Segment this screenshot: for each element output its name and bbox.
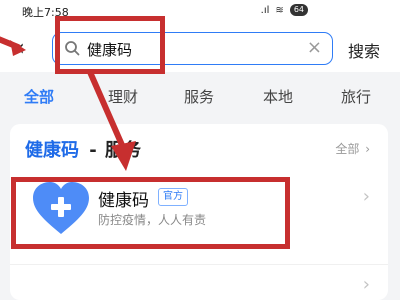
battery-icon: 64 [289, 4, 308, 16]
signal-icon: .ıl [260, 4, 270, 16]
chevron-right-icon: › [362, 274, 370, 295]
lower-result-row[interactable]: › [10, 264, 388, 300]
section-more-label: 全部 [335, 142, 360, 156]
section-title: 健康码 - 服务 [25, 136, 141, 162]
chevron-right-icon: › [365, 142, 370, 156]
tab-local[interactable]: 本地 [263, 86, 293, 107]
search-query: 健康码 [87, 41, 133, 59]
tab-bar: 全部 理财 服务 本地 旅行 [0, 72, 400, 120]
section-title-subtitle: 服务 [105, 140, 142, 161]
status-icons: .ıl ≋ 64 [261, 4, 308, 16]
results-card: 健康码 - 服务 全部 › 健康码 官方 防控疫情，人人有责 › › [10, 124, 388, 300]
search-icon [65, 41, 80, 56]
tab-travel[interactable]: 旅行 [341, 86, 371, 107]
result-item-health-code[interactable]: 健康码 官方 防控疫情，人人有责 › [10, 176, 388, 246]
search-input[interactable]: 健康码 × [52, 32, 333, 65]
official-badge: 官方 [158, 188, 188, 206]
tab-services[interactable]: 服务 [184, 86, 214, 107]
result-subtitle: 防控疫情，人人有责 [98, 213, 207, 227]
search-header: ‹ 健康码 × 搜索 [0, 26, 400, 72]
wifi-icon: ≋ [275, 4, 284, 16]
result-title: 健康码 [98, 191, 149, 211]
section-more-link[interactable]: 全部 › [335, 140, 370, 157]
back-button[interactable]: ‹ [16, 34, 38, 64]
tab-finance[interactable]: 理财 [108, 86, 138, 107]
status-bar: 晚上7:58 .ıl ≋ 64 [0, 0, 400, 26]
tab-all[interactable]: 全部 [24, 86, 54, 107]
section-title-highlight: 健康码 [25, 140, 79, 161]
section-title-dash: - [89, 140, 97, 161]
heart-plus-icon [33, 182, 89, 234]
clear-icon[interactable]: × [307, 37, 322, 58]
page: 晚上7:58 .ıl ≋ 64 ‹ 健康码 × 搜索 全部 理财 服务 本地 旅… [0, 0, 400, 300]
chevron-right-icon: › [362, 186, 370, 207]
search-button[interactable]: 搜索 [348, 38, 380, 62]
status-time: 晚上7:58 [22, 6, 69, 19]
